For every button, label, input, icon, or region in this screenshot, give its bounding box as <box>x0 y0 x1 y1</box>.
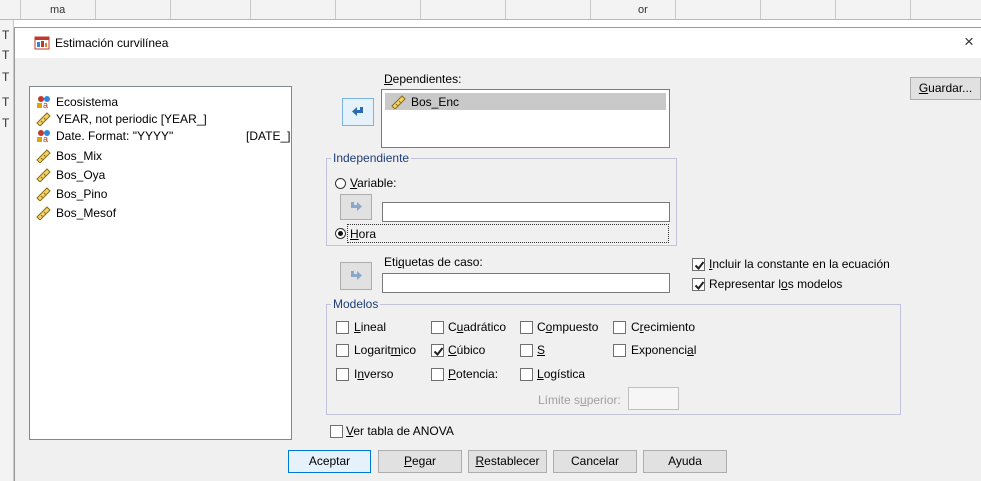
cubic-checkbox[interactable] <box>431 344 444 357</box>
logistic-label: Logística <box>537 367 586 381</box>
dependent-variable-label: Bos_Enc <box>411 94 460 109</box>
cancel-button[interactable]: Cancelar <box>553 450 637 473</box>
hora-focus-box <box>347 224 669 243</box>
case-labels-label: Etiquetas de caso: <box>384 255 483 269</box>
source-variable-list[interactable]: a Ecosistema YEAR, not periodic [YEAR_] … <box>29 86 292 440</box>
list-item[interactable]: Bos_Mesof <box>36 205 116 221</box>
inverse-label: Inverso <box>354 367 394 381</box>
list-item[interactable]: Bos_Pino <box>36 186 107 202</box>
variable-label: Ecosistema <box>56 95 119 109</box>
dialog-title: Estimación curvilínea <box>55 36 169 50</box>
move-to-dependents-button[interactable] <box>342 98 374 126</box>
ruler-scale-icon <box>36 206 51 220</box>
anova-table-checkbox[interactable] <box>330 425 343 438</box>
models-group-title: Modelos <box>331 297 381 311</box>
background-row-strip: T T T T T <box>0 20 14 481</box>
paste-button[interactable]: Pegar <box>378 450 462 473</box>
s-label: S <box>537 343 546 357</box>
exponential-checkbox[interactable] <box>613 344 626 357</box>
quadratic-checkbox[interactable] <box>431 321 444 334</box>
compound-checkbox[interactable] <box>520 321 533 334</box>
dependents-list[interactable]: Bos_Enc <box>381 89 670 148</box>
background-data-grid: ma or <box>0 0 981 20</box>
variable-suffix: [DATE_] <box>246 129 291 143</box>
upper-limit-field[interactable] <box>628 387 679 410</box>
ruler-scale-icon <box>391 94 406 109</box>
logistic-checkbox[interactable] <box>520 368 533 381</box>
row-letter: T <box>2 116 10 130</box>
hora-radio[interactable] <box>335 228 346 239</box>
ruler-scale-icon <box>36 149 51 163</box>
power-checkbox[interactable] <box>431 368 444 381</box>
reset-button[interactable]: Restablecer <box>468 450 547 473</box>
logarithmic-checkbox[interactable] <box>336 344 349 357</box>
arrow-right-icon <box>351 271 362 280</box>
logarithmic-label: Logaritmico <box>354 343 417 357</box>
grid-cell-text: or <box>638 4 648 16</box>
nominal-icon: a <box>37 130 50 143</box>
app-icon <box>34 35 50 51</box>
growth-checkbox[interactable] <box>613 321 626 334</box>
list-item[interactable]: Bos_Enc <box>385 93 666 110</box>
move-to-case-labels-button[interactable] <box>340 262 372 290</box>
move-to-independent-button[interactable] <box>340 194 372 220</box>
variable-label: Date. Format: "YYYY" <box>56 129 174 143</box>
nominal-icon: a <box>37 96 50 109</box>
variable-label: Bos_Mesof <box>56 206 117 220</box>
svg-text:a: a <box>43 100 48 109</box>
list-item[interactable]: YEAR, not periodic [YEAR_] <box>36 111 207 127</box>
variable-label: Bos_Mix <box>56 149 103 163</box>
power-label: Potencia: <box>448 367 499 381</box>
list-item[interactable]: Bos_Oya <box>36 167 105 183</box>
compound-label: Compuesto <box>537 320 599 334</box>
checkmark-icon <box>433 347 444 357</box>
list-item[interactable]: a Ecosistema <box>36 94 118 110</box>
variable-radio[interactable] <box>335 178 346 189</box>
ok-button[interactable]: Aceptar <box>288 450 371 473</box>
arrow-left-icon <box>352 107 363 116</box>
linear-checkbox[interactable] <box>336 321 349 334</box>
dependents-label: Dependientes: <box>384 72 462 86</box>
independent-group-title: Independiente <box>331 151 412 165</box>
row-letter: T <box>2 48 10 62</box>
variable-label: Bos_Oya <box>56 168 106 182</box>
linear-label: Lineal <box>354 320 387 334</box>
include-constant-label: Incluir la constante en la ecuación <box>709 257 890 271</box>
case-labels-field[interactable] <box>382 273 670 293</box>
list-item[interactable]: Bos_Mix <box>36 148 102 164</box>
anova-table-label: Ver tabla de ANOVA <box>346 424 454 438</box>
include-constant-checkbox[interactable] <box>692 258 705 271</box>
row-letter: T <box>2 70 10 84</box>
arrow-right-icon <box>351 202 362 211</box>
variable-radio-label: Variable: <box>350 176 397 190</box>
inverse-checkbox[interactable] <box>336 368 349 381</box>
ruler-scale-icon <box>36 112 51 126</box>
upper-limit-label: Límite superior: <box>538 393 621 407</box>
grid-cell-text: ma <box>50 4 66 16</box>
row-letter: T <box>2 95 10 109</box>
row-letter: T <box>2 28 10 42</box>
plot-models-checkbox[interactable] <box>692 278 705 291</box>
hora-radio-label: Hora <box>350 227 377 241</box>
independent-variable-field[interactable] <box>382 202 670 222</box>
growth-label: Crecimiento <box>631 320 696 334</box>
save-button[interactable]: Guardar... <box>910 77 981 100</box>
close-icon[interactable]: × <box>964 32 974 52</box>
exponential-label: Exponencial <box>631 343 697 357</box>
ruler-scale-icon <box>36 168 51 182</box>
svg-text:a: a <box>43 134 48 143</box>
cubic-label: Cúbico <box>448 343 486 357</box>
variable-label: YEAR, not periodic [YEAR_] <box>56 112 207 126</box>
checkmark-icon <box>694 261 705 271</box>
variable-label: Bos_Pino <box>56 187 108 201</box>
quadratic-label: Cuadrático <box>448 320 507 334</box>
list-item[interactable]: a Date. Format: "YYYY" [DATE_] <box>36 128 290 144</box>
checkmark-icon <box>694 281 705 291</box>
plot-models-label: Representar los modelos <box>709 277 843 291</box>
ruler-scale-icon <box>36 187 51 201</box>
s-checkbox[interactable] <box>520 344 533 357</box>
help-button[interactable]: Ayuda <box>643 450 727 473</box>
